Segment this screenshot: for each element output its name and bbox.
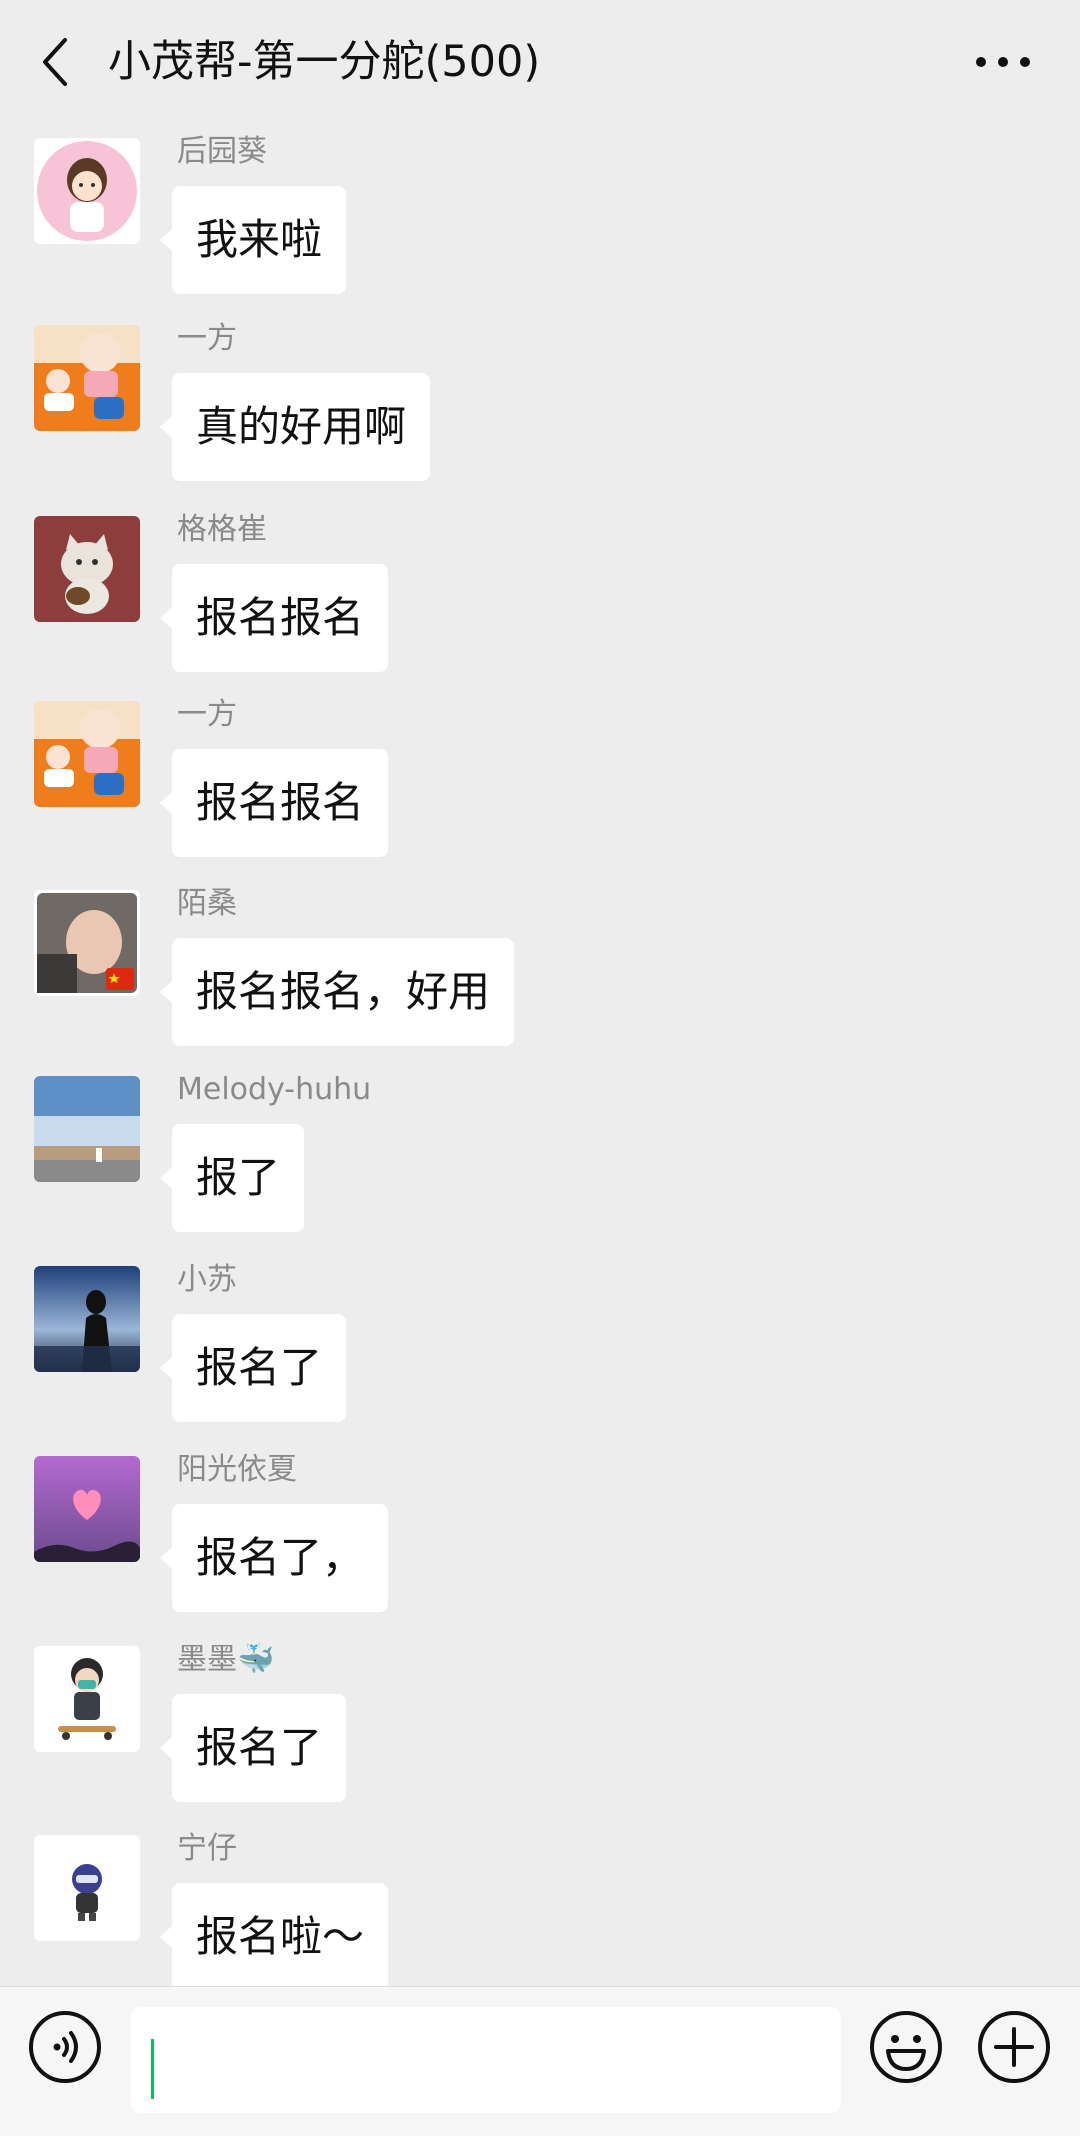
sender-name: Melody-huhu bbox=[177, 1072, 372, 1107]
chat-title: 小茂帮-第一分舵(500) bbox=[108, 37, 541, 87]
sunset-silhouette-avatar[interactable] bbox=[34, 1266, 140, 1372]
helmet-figure-avatar[interactable] bbox=[34, 1835, 140, 1941]
chevron-left-icon bbox=[43, 38, 67, 86]
message-bubble[interactable]: 报了 bbox=[159, 1124, 305, 1232]
voice-icon bbox=[29, 2011, 101, 2083]
sender-name: 陌桑 bbox=[177, 886, 237, 921]
chat-header: 小茂帮-第一分舵(500) bbox=[0, 0, 1080, 124]
sender-name: 墨墨🐳 bbox=[177, 1642, 275, 1677]
cartoon-kids-avatar[interactable] bbox=[34, 325, 140, 431]
back-button[interactable] bbox=[30, 30, 80, 94]
message-bubble[interactable]: 我来啦 bbox=[159, 186, 347, 294]
message-input[interactable] bbox=[131, 2007, 841, 2113]
plus-icon bbox=[978, 2011, 1050, 2083]
cartoon-kids-avatar[interactable] bbox=[34, 701, 140, 807]
message-bubble[interactable]: 真的好用啊 bbox=[159, 373, 431, 481]
message-list[interactable]: 后园葵 我来啦 一方 真的好用啊 格格崔 报名报名 一方 报名报名 陌桑 报名报… bbox=[0, 124, 1080, 1986]
sender-name: 后园葵 bbox=[177, 134, 267, 169]
sky-landscape-avatar[interactable] bbox=[34, 1076, 140, 1182]
voice-button[interactable] bbox=[27, 2009, 103, 2085]
cartoon-girl-avatar[interactable] bbox=[34, 138, 140, 244]
message-bubble[interactable]: 报名报名 bbox=[159, 749, 389, 857]
message-bubble[interactable]: 报名报名，好用 bbox=[159, 938, 515, 1046]
emoji-icon bbox=[870, 2011, 942, 2083]
pink-heart-sky-avatar[interactable] bbox=[34, 1456, 140, 1562]
text-caret bbox=[151, 2039, 154, 2099]
message-bubble[interactable]: 报名了 bbox=[159, 1694, 347, 1802]
emoji-button[interactable] bbox=[868, 2009, 944, 2085]
sender-name: 一方 bbox=[177, 697, 237, 732]
input-bar bbox=[0, 1986, 1080, 2136]
ellipsis-icon bbox=[976, 57, 1030, 67]
message-bubble[interactable]: 报名了， bbox=[159, 1504, 389, 1612]
sender-name: 宁仔 bbox=[177, 1831, 237, 1866]
cat-guitar-avatar[interactable] bbox=[34, 516, 140, 622]
message-bubble[interactable]: 报名报名 bbox=[159, 564, 389, 672]
skateboard-kid-avatar[interactable] bbox=[34, 1646, 140, 1752]
message-bubble[interactable]: 报名了 bbox=[159, 1314, 347, 1422]
more-button[interactable] bbox=[970, 36, 1036, 88]
baby-photo-avatar[interactable] bbox=[34, 890, 140, 996]
sender-name: 阳光依夏 bbox=[177, 1452, 297, 1487]
message-bubble[interactable]: 报名啦～ bbox=[159, 1883, 389, 1986]
more-features-button[interactable] bbox=[976, 2009, 1052, 2085]
sender-name: 一方 bbox=[177, 321, 237, 356]
sender-name: 小苏 bbox=[177, 1262, 237, 1297]
sender-name: 格格崔 bbox=[177, 512, 267, 547]
